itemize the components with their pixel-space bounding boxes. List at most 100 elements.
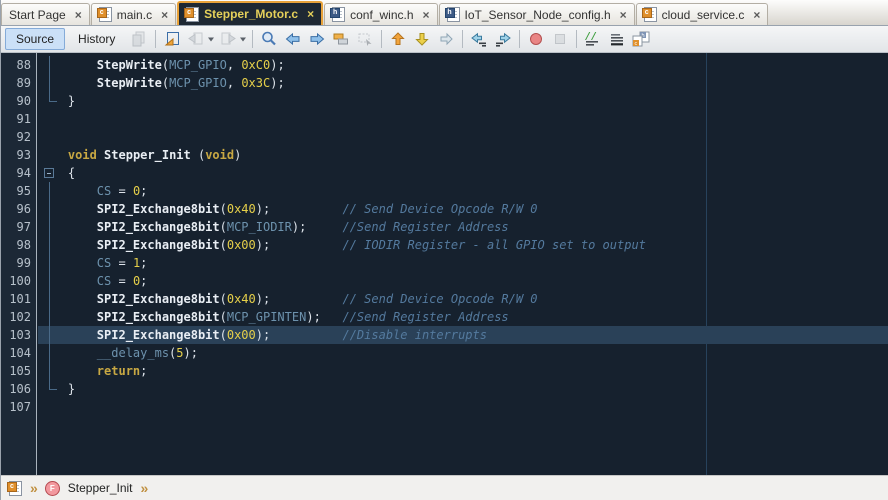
record-macro-icon[interactable]	[525, 28, 547, 50]
code-line-100[interactable]: CS = 0;	[38, 272, 888, 290]
line-number[interactable]: 105	[1, 362, 36, 380]
find-previous-icon[interactable]	[282, 28, 304, 50]
line-number[interactable]: 92	[1, 128, 36, 146]
line-number[interactable]: 93	[1, 146, 36, 164]
code-token: =	[111, 184, 133, 198]
dropdown-caret-icon[interactable]	[207, 28, 215, 50]
code-line-94[interactable]: {	[38, 164, 888, 182]
code-token	[39, 58, 97, 72]
find-next-icon[interactable]	[306, 28, 328, 50]
comment-icon[interactable]: //	[582, 28, 604, 50]
code-line-104[interactable]: __delay_ms(5);	[38, 344, 888, 362]
code-token	[39, 274, 97, 288]
toolbar-separator	[252, 30, 253, 48]
code-line-96[interactable]: SPI2_Exchange8bit(0x40); // Send Device …	[38, 200, 888, 218]
code-line-91[interactable]	[38, 110, 888, 128]
toggle-bookmark-icon[interactable]	[435, 28, 457, 50]
tab-close-icon[interactable]: ×	[753, 9, 760, 21]
next-bookmark-icon[interactable]	[411, 28, 433, 50]
line-number[interactable]: 91	[1, 110, 36, 128]
dropdown-caret-icon[interactable]	[239, 28, 247, 50]
code-token	[39, 238, 97, 252]
line-number[interactable]: 97	[1, 218, 36, 236]
toggle-header-source-icon[interactable]: hc	[630, 28, 652, 50]
tab-label: cloud_service.c	[662, 8, 745, 22]
tab-close-icon[interactable]: ×	[161, 9, 168, 21]
line-number[interactable]: 106	[1, 380, 36, 398]
line-number[interactable]: 88	[1, 56, 36, 74]
code-editor[interactable]: 8889909192939495969798991001011021031041…	[1, 53, 888, 475]
code-line-90[interactable]: }	[38, 92, 888, 110]
line-number[interactable]: 94	[1, 164, 36, 182]
code-token: (	[220, 292, 227, 306]
tab-close-icon[interactable]: ×	[307, 8, 314, 20]
code-token: (	[162, 76, 169, 90]
line-number[interactable]: 98	[1, 236, 36, 254]
code-line-99[interactable]: CS = 1;	[38, 254, 888, 272]
code-area[interactable]: StepWrite(MCP_GPIO, 0xC0); StepWrite(MCP…	[38, 53, 888, 475]
code-token: MCP_GPIO	[169, 76, 227, 90]
tab-conf-winc-h[interactable]: hconf_winc.h×	[324, 3, 437, 25]
previous-bookmark-icon[interactable]	[387, 28, 409, 50]
code-line-92[interactable]	[38, 128, 888, 146]
toggle-highlight-icon[interactable]	[330, 28, 352, 50]
tab-close-icon[interactable]: ×	[423, 9, 430, 21]
line-number[interactable]: 102	[1, 308, 36, 326]
code-line-97[interactable]: SPI2_Exchange8bit(MCP_IODIR); //Send Reg…	[38, 218, 888, 236]
tab-cloud-service-c[interactable]: ccloud_service.c×	[636, 3, 769, 25]
tab-label: main.c	[117, 8, 152, 22]
code-line-102[interactable]: SPI2_Exchange8bit(MCP_GPINTEN); //Send R…	[38, 308, 888, 326]
code-line-93[interactable]: void Stepper_Init (void)	[38, 146, 888, 164]
code-line-101[interactable]: SPI2_Exchange8bit(0x40); // Send Device …	[38, 290, 888, 308]
line-number[interactable]: 107	[1, 398, 36, 416]
tab-start-page[interactable]: Start Page ×	[1, 3, 90, 25]
history-view-button[interactable]: History	[67, 28, 126, 50]
shift-left-icon[interactable]	[468, 28, 490, 50]
stop-macro-icon	[549, 28, 571, 50]
breadcrumb-function-name[interactable]: Stepper_Init	[68, 481, 133, 495]
line-number[interactable]: 101	[1, 290, 36, 308]
code-line-106[interactable]: }	[38, 380, 888, 398]
breadcrumb-chevron-icon[interactable]: »	[141, 481, 148, 495]
line-number[interactable]: 100	[1, 272, 36, 290]
code-token: );	[256, 328, 270, 342]
shift-right-icon[interactable]	[492, 28, 514, 50]
c-file-icon[interactable]: c	[9, 481, 22, 496]
line-number[interactable]: 99	[1, 254, 36, 272]
line-number[interactable]: 90	[1, 92, 36, 110]
diff-icon	[128, 28, 150, 50]
code-line-98[interactable]: SPI2_Exchange8bit(0x00); // IODIR Regist…	[38, 236, 888, 254]
code-token: StepWrite	[97, 76, 162, 90]
tab-iot-sensor-node-config-h[interactable]: hIoT_Sensor_Node_config.h×	[439, 3, 635, 25]
code-token	[39, 310, 97, 324]
source-view-button[interactable]: Source	[5, 28, 65, 50]
code-token: 0x00	[227, 328, 256, 342]
line-number[interactable]: 104	[1, 344, 36, 362]
code-line-89[interactable]: StepWrite(MCP_GPIO, 0x3C);	[38, 74, 888, 92]
line-number[interactable]: 95	[1, 182, 36, 200]
code-token: 5	[176, 346, 183, 360]
breadcrumb-chevron-icon[interactable]: »	[30, 481, 37, 495]
fold-collapse-box[interactable]	[44, 168, 54, 178]
code-token: );	[270, 58, 284, 72]
line-number[interactable]: 103	[1, 326, 36, 344]
code-line-103[interactable]: SPI2_Exchange8bit(0x00); //Disable inter…	[38, 326, 888, 344]
uncomment-icon[interactable]	[606, 28, 628, 50]
find-selection-icon[interactable]	[258, 28, 280, 50]
code-line-95[interactable]: CS = 0;	[38, 182, 888, 200]
tab-close-icon[interactable]: ×	[620, 9, 627, 21]
code-line-105[interactable]: return;	[38, 362, 888, 380]
code-token: );	[292, 220, 306, 234]
tab-label: Start Page	[9, 8, 66, 22]
tab-label: Stepper_Motor.c	[204, 7, 298, 21]
code-token: );	[184, 346, 198, 360]
tab-close-icon[interactable]: ×	[75, 9, 82, 21]
line-number[interactable]: 96	[1, 200, 36, 218]
line-number[interactable]: 89	[1, 74, 36, 92]
code-line-107[interactable]	[38, 398, 888, 416]
code-line-88[interactable]: StepWrite(MCP_GPIO, 0xC0);	[38, 56, 888, 74]
tab-main-c[interactable]: cmain.c×	[91, 3, 176, 25]
tab-stepper-motor-c[interactable]: cStepper_Motor.c×	[177, 1, 323, 25]
last-edit-icon[interactable]	[161, 28, 183, 50]
line-number-gutter: 8889909192939495969798991001011021031041…	[1, 53, 37, 475]
